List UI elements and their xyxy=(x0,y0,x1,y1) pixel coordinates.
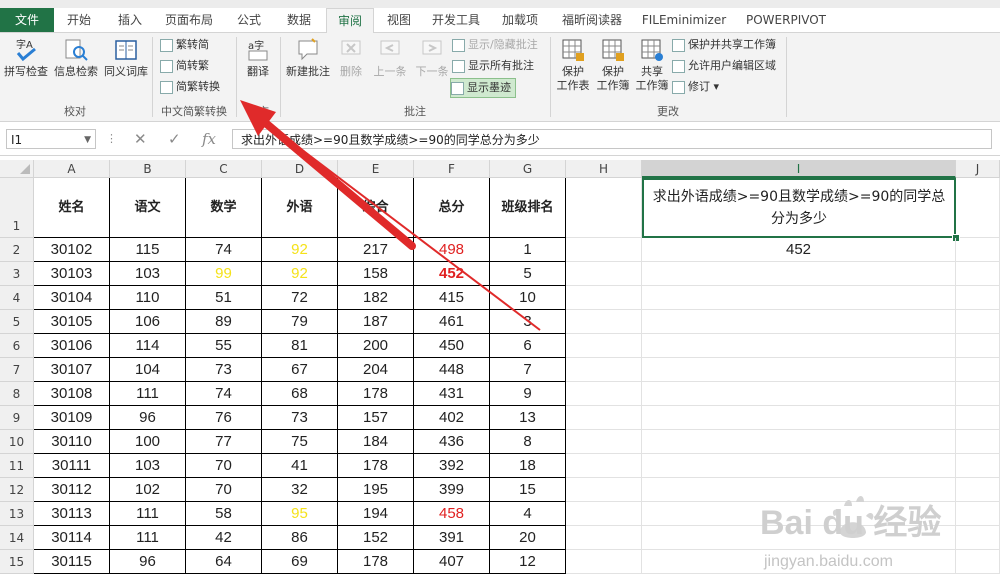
annotation-arrow-shaft xyxy=(258,116,416,250)
annotation-overlay xyxy=(240,100,541,331)
